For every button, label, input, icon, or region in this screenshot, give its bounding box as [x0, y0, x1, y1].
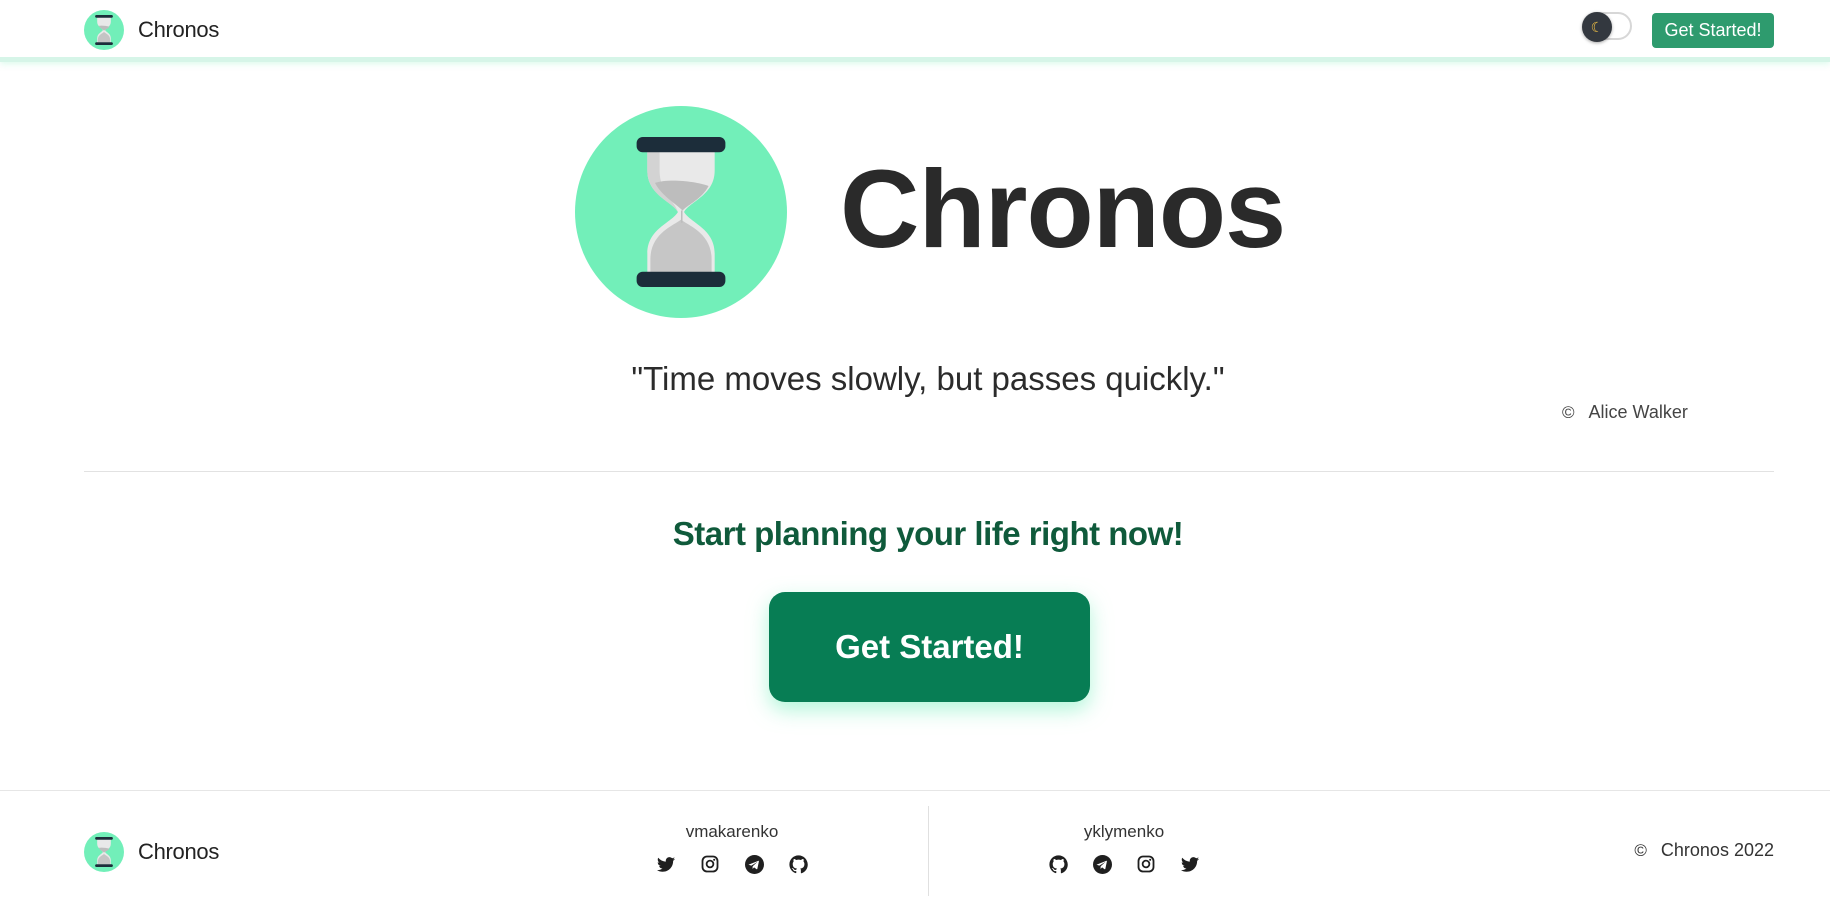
copyright-icon: © [1634, 840, 1647, 860]
footer-copyright: © Chronos 2022 [1634, 840, 1774, 861]
theme-toggle[interactable]: ☾ [1582, 12, 1632, 42]
telegram-icon[interactable] [742, 852, 766, 876]
footer-vertical-divider [928, 806, 929, 896]
github-icon[interactable] [786, 852, 810, 876]
twitter-icon[interactable] [654, 852, 678, 876]
footer-author-vmakarenko: vmakarenko [620, 822, 844, 876]
header-brand[interactable]: Chronos [84, 10, 219, 50]
footer-brand-label: Chronos [138, 839, 220, 864]
section-divider [84, 471, 1774, 472]
hero-quote: "Time moves slowly, but passes quickly." [631, 360, 1225, 397]
hero-hourglass-logo-icon [575, 106, 787, 318]
quote-author-name: Alice Walker [1588, 402, 1688, 422]
footer-author-yklymenko: yklymenko [1012, 822, 1236, 876]
author-name: yklymenko [1083, 822, 1165, 841]
header: Chronos ☾ Get Started! [0, 0, 1830, 62]
header-get-started-button[interactable]: Get Started! [1652, 13, 1774, 48]
hourglass-logo-icon [84, 10, 124, 50]
github-icon[interactable] [1046, 852, 1070, 876]
quote-author: © Alice Walker [1562, 402, 1688, 423]
footer-brand[interactable]: Chronos [84, 832, 219, 872]
footer-hourglass-logo-icon [84, 832, 124, 872]
moon-icon: ☾ [1582, 12, 1612, 42]
instagram-icon[interactable] [1134, 852, 1158, 876]
author-socials [620, 852, 844, 876]
header-brand-label: Chronos [138, 17, 220, 42]
instagram-icon[interactable] [698, 852, 722, 876]
footer-copyright-text: Chronos 2022 [1660, 840, 1774, 860]
hero-title: Chronos [840, 148, 1286, 271]
cta-heading: Start planning your life right now! [672, 515, 1184, 552]
cta-get-started-button[interactable]: Get Started! [769, 592, 1090, 702]
twitter-icon[interactable] [1178, 852, 1202, 876]
author-socials [1012, 852, 1236, 876]
copyright-icon: © [1562, 402, 1575, 422]
telegram-icon[interactable] [1090, 852, 1114, 876]
footer-top-border [0, 790, 1830, 791]
author-name: vmakarenko [685, 822, 779, 841]
